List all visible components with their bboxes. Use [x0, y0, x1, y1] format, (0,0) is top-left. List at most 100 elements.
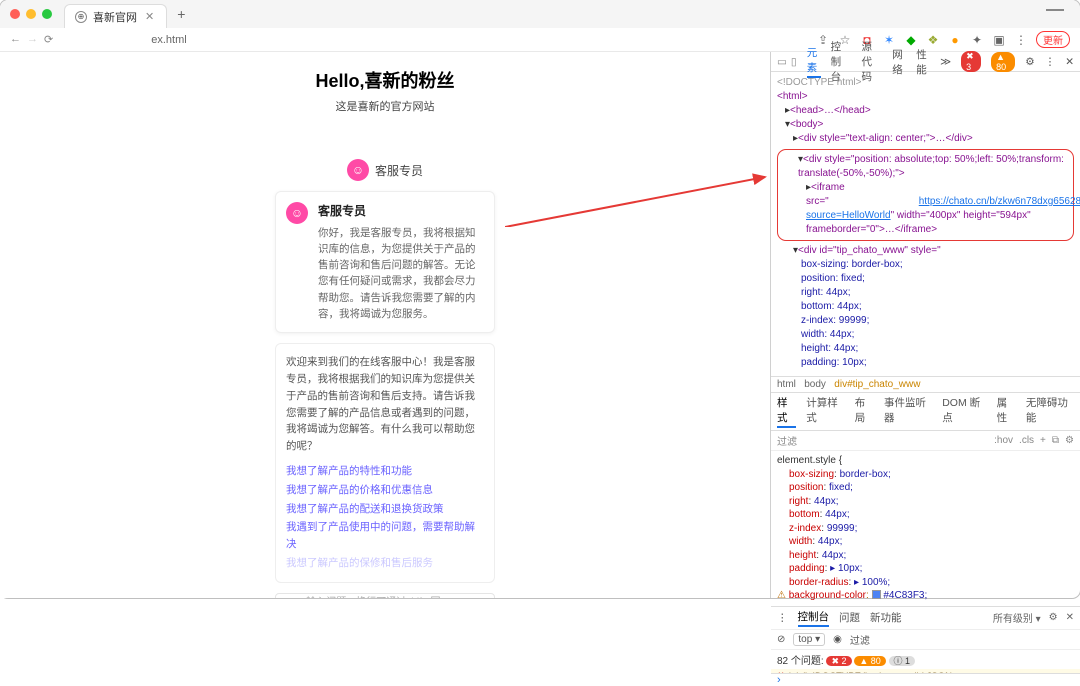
- browser-tab[interactable]: ⊕ 喜新官网 ✕: [64, 4, 167, 28]
- style-line[interactable]: position: fixed;: [777, 481, 1074, 495]
- eye-icon[interactable]: ◉: [833, 634, 842, 645]
- title-bar: ⊕ 喜新官网 ✕ +: [0, 0, 1080, 28]
- forward-button[interactable]: →: [27, 33, 38, 46]
- subtab-listeners[interactable]: 事件监听器: [884, 395, 932, 428]
- toolbar-icons: ⇪ ☆ ◘ ✶ ◆ ❖ ● ✦ ▣ ⋮ 更新: [816, 31, 1070, 48]
- styles-tabs: 样式 计算样式 布局 事件监听器 DOM 断点 属性 无障碍功能: [771, 393, 1080, 431]
- console-filter-input[interactable]: 过滤: [850, 632, 870, 647]
- styles-pane[interactable]: element.style { box-sizing: border-box;p…: [771, 451, 1080, 606]
- chat-message: 欢迎来到我们的在线客服中心！我是客服专员，我将根据我们的知识库为您提供关于产品的…: [275, 343, 495, 583]
- device-icon[interactable]: ▯: [791, 56, 797, 68]
- ext-icon-2[interactable]: ✶: [882, 33, 896, 47]
- plus-icon[interactable]: +: [1040, 435, 1046, 446]
- reload-button[interactable]: ⟳: [44, 33, 53, 46]
- menu-icon[interactable]: ⋮: [1014, 33, 1028, 47]
- style-line[interactable]: right: 44px;: [777, 495, 1074, 509]
- chat-input[interactable]: ☺ 输入问题，换行可通过shift+回车 🎤 ➤: [275, 593, 495, 598]
- close-window[interactable]: [10, 9, 20, 19]
- subtab-layout[interactable]: 布局: [855, 395, 874, 428]
- breadcrumb[interactable]: html body div#tip_chato_www: [771, 376, 1080, 393]
- inspect-icon[interactable]: ▭: [777, 56, 787, 68]
- tab-title: 喜新官网: [93, 9, 137, 25]
- css-line: z-index: 99999;: [801, 314, 1074, 328]
- style-line[interactable]: box-sizing: border-box;: [777, 468, 1074, 482]
- filter-label[interactable]: 过滤: [777, 433, 797, 448]
- clear-console-icon[interactable]: ⊘: [777, 634, 785, 645]
- style-line[interactable]: width: 44px;: [777, 535, 1074, 549]
- chat-placeholder: 输入问题，换行可通过shift+回车: [306, 593, 443, 598]
- suggested-question[interactable]: 我想了解产品的价格和优惠信息: [286, 482, 484, 499]
- close-devtools-icon[interactable]: ✕: [1065, 56, 1074, 68]
- more-icon[interactable]: ⋮: [1045, 56, 1056, 68]
- css-line: padding: 10px;: [801, 356, 1074, 370]
- style-line[interactable]: border-radius: ▸ 100%;: [777, 576, 1074, 590]
- max-window[interactable]: [42, 9, 52, 19]
- cls-toggle[interactable]: .cls: [1019, 435, 1034, 446]
- web-page: Hello,喜新的粉丝 这是喜新的官方网站 ☺ 客服专员 ☺ 客服专员 你好，我…: [0, 52, 770, 598]
- suggested-question[interactable]: 我想了解产品的特性和功能: [286, 463, 484, 480]
- tab-issues[interactable]: 问题: [839, 610, 860, 625]
- subtab-styles[interactable]: 样式: [777, 395, 796, 428]
- settings-icon[interactable]: ⚙: [1025, 56, 1034, 68]
- css-line: bottom: 44px;: [801, 300, 1074, 314]
- warn-count: ▲ 80: [991, 52, 1015, 72]
- suggested-question[interactable]: 我遇到了产品使用中的问题，需要帮助解决: [286, 519, 484, 553]
- subtab-a11y[interactable]: 无障碍功能: [1026, 395, 1074, 428]
- back-button[interactable]: ←: [10, 33, 21, 46]
- box-icon[interactable]: ⧉: [1052, 435, 1059, 446]
- annotation-arrow: [505, 172, 770, 227]
- agent-avatar-icon: ☺: [286, 202, 308, 224]
- update-button[interactable]: 更新: [1036, 31, 1070, 48]
- console-settings-icon[interactable]: ⚙: [1049, 612, 1058, 623]
- ext-icon-3[interactable]: ◆: [904, 33, 918, 47]
- highlighted-node[interactable]: ▾<div style="position: absolute;top: 50%…: [777, 149, 1074, 241]
- subtab-dom[interactable]: DOM 断点: [942, 395, 986, 428]
- tab-more[interactable]: ≫: [940, 56, 951, 68]
- hov-toggle[interactable]: :hov: [994, 435, 1013, 446]
- ext-icon-5[interactable]: ●: [948, 33, 962, 47]
- subtab-props[interactable]: 属性: [997, 395, 1016, 428]
- error-count: ✖ 3: [961, 51, 981, 72]
- console-drawer: ⋮ 控制台 问题 新功能 所有级别 ▾ ⚙ ✕ ⊘ top ▾ ◉ 过滤 82 …: [771, 606, 1080, 607]
- elements-tree[interactable]: <!DOCTYPE html> <html> ▸<head>…</head> ▾…: [771, 72, 1080, 376]
- new-tab-button[interactable]: +: [177, 6, 185, 22]
- tab-whatsnew[interactable]: 新功能: [870, 610, 902, 625]
- favicon-icon: ⊕: [75, 11, 87, 23]
- console-prompt[interactable]: ›: [771, 673, 1080, 686]
- extensions-icon[interactable]: ✦: [970, 33, 984, 47]
- drawer-expand-icon[interactable]: ⋮: [777, 612, 788, 624]
- profile-icon[interactable]: ▣: [992, 33, 1006, 47]
- css-line: box-sizing: border-box;: [801, 258, 1074, 272]
- tab-console[interactable]: 控制台: [798, 609, 830, 627]
- css-line: width: 44px;: [801, 328, 1074, 342]
- devtools-panel: ▭▯ 元素 控制台 源代码 网络 性能 ≫ ✖ 3 ▲ 80 ⚙ ⋮ ✕ <!D…: [770, 52, 1080, 598]
- suggested-question[interactable]: 我想了解产品的保修和售后服务: [286, 555, 484, 572]
- close-tab-icon[interactable]: ✕: [143, 10, 156, 23]
- chat-text: 欢迎来到我们的在线客服中心！我是客服专员，我将根据我们的知识库为您提供关于产品的…: [286, 356, 475, 452]
- page-subtitle: 这是喜新的官方网站: [0, 98, 770, 114]
- style-line[interactable]: height: 44px;: [777, 549, 1074, 563]
- css-line: right: 44px;: [801, 286, 1074, 300]
- devtools-tabs: ▭▯ 元素 控制台 源代码 网络 性能 ≫ ✖ 3 ▲ 80 ⚙ ⋮ ✕: [771, 52, 1080, 72]
- issues-stat: 82 个问题: ✖ 2 ▲ 80 ⓘ 1: [771, 650, 1080, 669]
- drawer-tabs: ⋮ 控制台 问题 新功能 所有级别 ▾ ⚙ ✕: [771, 607, 1080, 630]
- min-window[interactable]: [26, 9, 36, 19]
- minimize-icon[interactable]: [1046, 9, 1064, 11]
- card-body: 你好，我是客服专员，我将根据知识库的信息，为您提供关于产品的售前咨询和售后问题的…: [318, 227, 476, 320]
- subtab-computed[interactable]: 计算样式: [806, 395, 845, 428]
- agent-label: 客服专员: [375, 162, 423, 179]
- suggested-question[interactable]: 我想了解产品的配送和退换货政策: [286, 501, 484, 518]
- url-display[interactable]: ex.html: [151, 34, 186, 46]
- context-select[interactable]: top ▾: [793, 633, 825, 646]
- ext-icon-4[interactable]: ❖: [926, 33, 940, 47]
- styles-filter: 过滤 :hov .cls + ⧉ ⚙: [771, 431, 1080, 451]
- style-line[interactable]: z-index: 99999;: [777, 522, 1074, 536]
- level-select[interactable]: 所有级别 ▾: [993, 610, 1041, 625]
- style-line[interactable]: padding: ▸ 10px;: [777, 562, 1074, 576]
- console-controls: ⊘ top ▾ ◉ 过滤: [771, 630, 1080, 650]
- drawer-close-icon[interactable]: ✕: [1066, 612, 1074, 623]
- style-line[interactable]: bottom: 44px;: [777, 508, 1074, 522]
- page-title: Hello,喜新的粉丝: [0, 67, 770, 93]
- agent-intro-card: ☺ 客服专员 你好，我是客服专员，我将根据知识库的信息，为您提供关于产品的售前咨…: [275, 191, 495, 333]
- settings-icon[interactable]: ⚙: [1065, 435, 1074, 446]
